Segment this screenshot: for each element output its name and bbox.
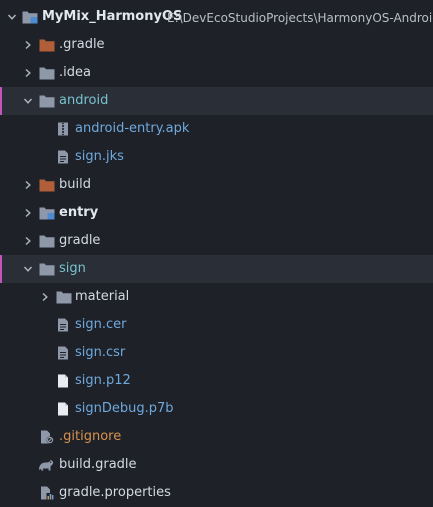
apk-file-icon <box>58 122 68 136</box>
tree-item-label: sign.cer <box>75 317 127 332</box>
tree-row-gitignore[interactable]: .gitignore <box>0 423 433 451</box>
gradle-icon <box>39 460 54 471</box>
folder-icon <box>39 263 55 276</box>
tree-item-label: sign.p12 <box>75 373 131 388</box>
tree-item-label: sign.jks <box>75 149 124 164</box>
tree-row-sign[interactable]: sign <box>0 255 433 283</box>
chevron-right-icon[interactable] <box>40 292 50 302</box>
tree-row-android[interactable]: android <box>0 87 433 115</box>
tree-item-label: .gitignore <box>59 429 122 444</box>
module-folder-icon <box>22 11 38 24</box>
tree-row-build[interactable]: build <box>0 171 433 199</box>
folder-icon <box>39 95 55 108</box>
tree-row-gradle[interactable]: gradle <box>0 227 433 255</box>
blank-file-icon <box>58 402 68 416</box>
blank-file-icon <box>58 374 68 388</box>
text-file-icon <box>58 346 68 360</box>
tree-item-label: build.gradle <box>59 457 137 472</box>
tree-row-sign-p12[interactable]: sign.p12 <box>0 367 433 395</box>
text-file-icon <box>58 150 68 164</box>
folder-icon <box>39 39 55 52</box>
tree-row-build-gradle[interactable]: build.gradle <box>0 451 433 479</box>
tree-row-root[interactable]: MyMix_HarmonyOS E:\DevEcoStudioProjects\… <box>0 3 433 31</box>
tree-item-label: android-entry.apk <box>75 121 190 136</box>
tree-item-label: entry <box>59 205 99 220</box>
tree-row-idea[interactable]: .idea <box>0 59 433 87</box>
properties-file-icon <box>41 486 54 500</box>
tree-row-gradle-properties[interactable]: gradle.properties <box>0 479 433 507</box>
tree-item-label: .idea <box>59 65 91 80</box>
tree-row-material[interactable]: material <box>0 283 433 311</box>
chevron-right-icon[interactable] <box>23 68 33 78</box>
tree-row-gradle-dir[interactable]: .gradle <box>0 31 433 59</box>
text-file-icon <box>58 318 68 332</box>
project-path: E:\DevEcoStudioProjects\HarmonyOS-Androi… <box>167 11 433 25</box>
project-tree: MyMix_HarmonyOS E:\DevEcoStudioProjects\… <box>0 0 433 507</box>
folder-icon <box>39 67 55 80</box>
chevron-down-icon[interactable] <box>23 96 33 106</box>
tree-item-label: sign.csr <box>75 345 126 360</box>
tree-row-sign-jks[interactable]: sign.jks <box>0 143 433 171</box>
chevron-down-icon[interactable] <box>7 12 17 22</box>
tree-item-label: build <box>59 177 91 192</box>
tree-row-entry[interactable]: entry <box>0 199 433 227</box>
tree-row-signdebug-p7b[interactable]: signDebug.p7b <box>0 395 433 423</box>
tree-item-label: .gradle <box>59 37 105 52</box>
folder-icon <box>39 235 55 248</box>
module-folder-icon <box>39 207 55 220</box>
chevron-right-icon[interactable] <box>23 180 33 190</box>
tree-item-label: android <box>59 93 109 108</box>
chevron-right-icon[interactable] <box>23 40 33 50</box>
tree-item-label: gradle.properties <box>59 485 171 500</box>
chevron-right-icon[interactable] <box>23 208 33 218</box>
tree-item-label: sign <box>59 261 86 276</box>
tree-item-label: gradle <box>59 233 101 248</box>
tree-item-label: signDebug.p7b <box>75 401 174 416</box>
tree-item-label: material <box>75 289 130 304</box>
chevron-down-icon[interactable] <box>23 264 33 274</box>
folder-icon <box>39 179 55 192</box>
chevron-right-icon[interactable] <box>23 236 33 246</box>
tree-row-android-entry-apk[interactable]: android-entry.apk <box>0 115 433 143</box>
tree-row-sign-cer[interactable]: sign.cer <box>0 311 433 339</box>
project-name: MyMix_HarmonyOS <box>42 9 183 24</box>
gitignore-file-icon <box>41 430 54 444</box>
folder-icon <box>56 291 72 304</box>
tree-row-sign-csr[interactable]: sign.csr <box>0 339 433 367</box>
